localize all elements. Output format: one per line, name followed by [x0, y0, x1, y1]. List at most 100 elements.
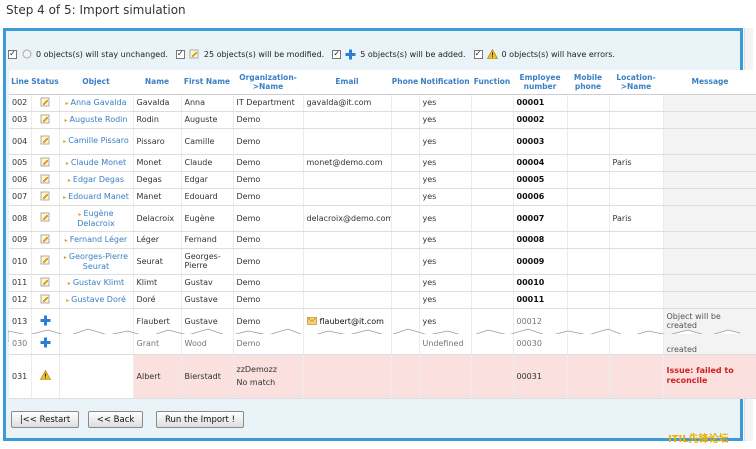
object-link[interactable]: Edgar Degas [73, 175, 124, 184]
expand-triangle-icon[interactable]: ▸ [68, 177, 71, 184]
object-link[interactable]: Auguste Rodin [70, 115, 128, 124]
cell-email [303, 231, 392, 249]
cell-location [609, 188, 664, 206]
col-employee-number[interactable]: Employee number [513, 70, 567, 95]
cell-object[interactable]: ▸ Georges-Pierre Seurat [59, 248, 134, 275]
cell-object[interactable]: ▸ Eugène Delacroix [59, 205, 134, 232]
cell-phone [391, 291, 420, 309]
expand-triangle-icon[interactable]: ▸ [65, 100, 68, 107]
col-line[interactable]: Line [9, 70, 31, 95]
cell-message [663, 111, 756, 129]
cell-object[interactable]: ▸ Gustav Klimt [59, 274, 134, 292]
expand-triangle-icon[interactable]: ▸ [63, 194, 66, 201]
cell-line: 009 [9, 231, 32, 249]
table-row[interactable]: 008 ▸ Eugène Delacroix Delacroix Eugène Demo d… [9, 205, 756, 232]
col-status[interactable]: Status [31, 70, 59, 95]
cell-name: Manet [133, 188, 182, 206]
col-location[interactable]: Location->Name [609, 70, 663, 95]
col-name[interactable]: Name [133, 70, 181, 95]
cell-email [303, 171, 392, 189]
expand-triangle-icon[interactable]: ▸ [65, 237, 68, 244]
object-link[interactable]: Fernand Léger [70, 235, 127, 244]
table-row-030[interactable]: 030 Grant Wood Demo Undefined 00030 crea… [9, 334, 756, 355]
modified-pencil-icon [31, 274, 60, 292]
col-notification[interactable]: Notification [419, 70, 471, 95]
object-link[interactable]: Camille Pissaro [68, 136, 129, 145]
modified-pencil-icon [31, 291, 60, 309]
col-object[interactable]: Object [59, 70, 133, 95]
cell-name: Gavalda [133, 94, 182, 112]
expand-triangle-icon[interactable]: ▸ [65, 117, 68, 124]
object-link[interactable]: Gustave Doré [71, 295, 126, 304]
expand-triangle-icon[interactable]: ▸ [78, 211, 81, 218]
object-link[interactable]: Anna Gavalda [71, 98, 127, 107]
expand-triangle-icon[interactable]: ▸ [68, 280, 71, 287]
cell-phone [391, 274, 420, 292]
cell-organization: Demo [233, 128, 304, 155]
org-match-status: No match [236, 378, 276, 387]
cell-function [471, 128, 514, 155]
cell-location [609, 128, 664, 155]
cell-object[interactable]: ▸ Camille Pissaro [59, 128, 134, 155]
cell-mobile-phone [567, 154, 610, 172]
cell-message [663, 94, 756, 112]
cell-object[interactable]: ▸ Edgar Degas [59, 171, 134, 189]
object-link[interactable]: Claude Monet [71, 158, 126, 167]
cell-message [663, 154, 756, 172]
cell-object[interactable]: ▸ Gustave Doré [59, 291, 134, 309]
cell-object[interactable]: ▸ Auguste Rodin [59, 111, 134, 129]
expand-triangle-icon[interactable]: ▸ [63, 138, 66, 145]
object-link[interactable]: Georges-Pierre Seurat [69, 252, 128, 271]
cell-first-name: Wood [181, 334, 234, 355]
expand-triangle-icon[interactable]: ▸ [66, 160, 69, 167]
restart-button[interactable]: |<< Restart [11, 411, 79, 428]
col-function[interactable]: Function [471, 70, 513, 95]
table-row[interactable]: 004 ▸ Camille Pissaro Pissaro Camille Demo yes… [9, 128, 756, 155]
expand-triangle-icon[interactable]: ▸ [66, 297, 69, 304]
table-row[interactable]: 011 ▸ Gustav Klimt Klimt Gustav Demo yes 00010 [9, 274, 756, 292]
cell-email: gavalda@it.com [303, 94, 392, 112]
table-row[interactable]: 007 ▸ Edouard Manet Manet Edouard Demo yes 0000… [9, 188, 756, 206]
object-link[interactable]: Eugène Delacroix [77, 209, 115, 228]
error-warning-icon [486, 49, 498, 60]
col-first-name[interactable]: First Name [181, 70, 233, 95]
object-link[interactable]: Edouard Manet [68, 192, 129, 201]
table-row[interactable]: 006 ▸ Edgar Degas Degas Edgar Demo yes 00005 [9, 171, 756, 189]
cell-mobile-phone [567, 231, 610, 249]
expand-triangle-icon[interactable]: ▸ [64, 254, 67, 261]
run-import-button[interactable]: Run the Import ! [156, 411, 244, 428]
table-row-031[interactable]: 031 Albert Bierstadt zzDemozz No match 0… [9, 354, 756, 399]
cell-message: created [663, 334, 756, 355]
cell-message [663, 171, 756, 189]
cell-first-name: Fernand [181, 231, 234, 249]
email-value: delacroix@demo.com [306, 213, 391, 223]
table-row[interactable]: 005 ▸ Claude Monet Monet Claude Demo monet@dem… [9, 154, 756, 172]
cell-object[interactable]: ▸ Edouard Manet [59, 188, 134, 206]
cell-mobile-phone [567, 334, 610, 355]
errors-checkbox[interactable]: ✓ [473, 49, 483, 59]
cell-object[interactable]: ▸ Anna Gavalda [59, 94, 134, 112]
added-checkbox[interactable]: ✓ [332, 49, 342, 59]
cell-notification: Undefined [419, 334, 472, 355]
table-row[interactable]: 009 ▸ Fernand Léger Léger Fernand Demo yes 0000… [9, 231, 756, 249]
col-organization[interactable]: Organization->Name [233, 70, 303, 95]
col-phone[interactable]: Phone [391, 70, 419, 95]
modified-checkbox[interactable]: ✓ [175, 49, 185, 59]
unchanged-checkbox[interactable]: ✓ [8, 49, 17, 59]
object-link[interactable]: Gustav Klimt [73, 278, 124, 287]
table-row[interactable]: 003 ▸ Auguste Rodin Rodin Auguste Demo yes 0000… [9, 111, 756, 129]
watermark-logo: ITIL先锋论坛 [668, 434, 729, 445]
table-row[interactable]: 002 ▸ Anna Gavalda Gavalda Anna IT Department… [9, 94, 756, 112]
col-message[interactable]: Message [663, 70, 756, 95]
back-button[interactable]: << Back [88, 411, 143, 428]
table-row[interactable]: 010 ▸ Georges-Pierre Seurat Seurat Georges-P… [9, 248, 756, 275]
cell-object[interactable]: ▸ Fernand Léger [59, 231, 134, 249]
cell-object[interactable]: ▸ Claude Monet [59, 154, 134, 172]
col-mobile-phone[interactable]: Mobile phone [567, 70, 609, 95]
cell-employee-number: 00003 [513, 128, 568, 155]
cell-line: 003 [9, 111, 32, 129]
cell-mobile-phone [567, 171, 610, 189]
col-email[interactable]: Email [303, 70, 391, 95]
table-row[interactable]: 012 ▸ Gustave Doré Doré Gustave Demo yes 00011 [9, 291, 756, 309]
cell-employee-number: 00008 [513, 231, 568, 249]
